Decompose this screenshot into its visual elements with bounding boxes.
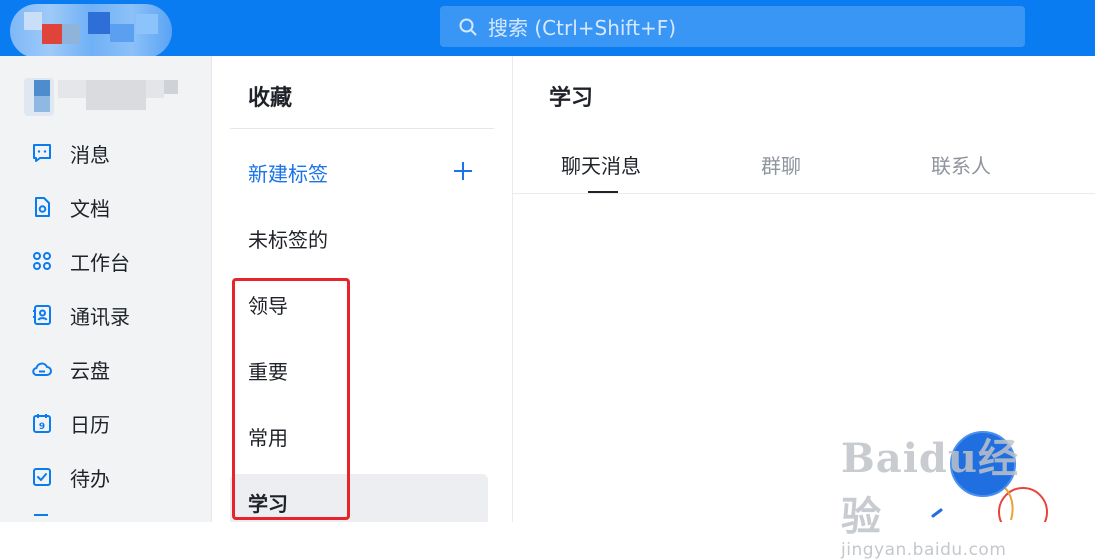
favorites-title: 收藏: [248, 86, 293, 111]
sidebar-item-label: 待办: [70, 466, 110, 491]
sidebar-item-label: 工作台: [70, 250, 130, 275]
tab-group-chats[interactable]: 群聊: [761, 150, 801, 179]
sidebar-item-label: 文档: [70, 196, 110, 221]
main-content: 学习 聊天消息 群聊 联系人 Baidu经验 jingyan.baidu.com: [512, 56, 1095, 560]
tab-chat-messages[interactable]: 聊天消息: [561, 150, 641, 179]
sidebar-item-messages[interactable]: 消息: [30, 138, 110, 168]
annotation-highlight-box: [232, 278, 350, 520]
sidebar-item-calendar[interactable]: 9 日历: [30, 408, 110, 438]
contacts-icon: [30, 303, 54, 327]
account-avatar-blurred[interactable]: [10, 4, 172, 58]
sidebar-item-label: 日历: [70, 412, 110, 437]
page-title: 学习: [549, 86, 594, 111]
watermark-logo: Baidu经验: [841, 435, 1019, 540]
cloud-icon: [30, 357, 54, 381]
message-icon: [30, 141, 54, 165]
sidebar-item-label: 通讯录: [70, 304, 130, 329]
search-input[interactable]: 搜索 (Ctrl+Shift+F): [440, 6, 1025, 47]
divider: [513, 193, 1095, 194]
tab-contacts[interactable]: 联系人: [931, 150, 991, 179]
watermark-url: jingyan.baidu.com: [841, 540, 1007, 560]
new-tag-button[interactable]: 新建标签: [248, 158, 328, 187]
plus-icon[interactable]: [452, 160, 474, 182]
top-bar: 搜索 (Ctrl+Shift+F): [0, 0, 1095, 58]
sidebar-item-workbench[interactable]: 工作台: [30, 246, 130, 276]
left-navigation: 消息 文档 工作台 通讯录 云盘 9 日历 待办: [0, 56, 212, 522]
sidebar-item-documents[interactable]: 文档: [30, 192, 110, 222]
calendar-badge: 9: [39, 422, 45, 432]
todo-icon: [30, 465, 54, 489]
workbench-icon: [30, 249, 54, 273]
sidebar-item-contacts[interactable]: 通讯录: [30, 300, 130, 330]
sidebar-item-cloud[interactable]: 云盘: [30, 354, 110, 384]
search-icon: [458, 17, 478, 37]
sidebar-item-todo[interactable]: 待办: [30, 462, 110, 492]
more-nav-icon-partial: [34, 514, 48, 522]
favorites-panel: 收藏 新建标签 未标签的 领导 重要 常用 学习: [212, 56, 512, 522]
sidebar-item-label: 云盘: [70, 358, 110, 383]
user-profile-blurred[interactable]: [24, 74, 194, 120]
baidu-watermark: Baidu经验 jingyan.baidu.com: [841, 426, 1041, 560]
tag-item-untagged[interactable]: 未标签的: [248, 224, 328, 253]
calendar-icon: 9: [30, 411, 54, 435]
search-placeholder: 搜索 (Ctrl+Shift+F): [488, 16, 677, 40]
sidebar-item-label: 消息: [70, 142, 110, 167]
divider: [230, 128, 494, 129]
document-icon: [30, 195, 54, 219]
